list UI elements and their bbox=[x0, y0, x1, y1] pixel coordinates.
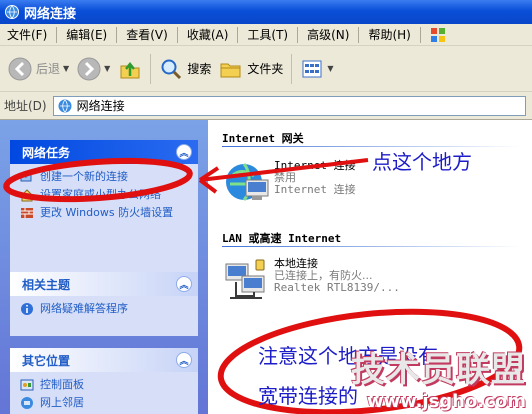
menu-advanced[interactable]: 高级(N) bbox=[300, 26, 356, 43]
related-topics-body: 网络疑难解答程序 bbox=[10, 296, 198, 336]
up-folder-icon bbox=[120, 61, 140, 78]
local-area-connection-icon bbox=[225, 259, 265, 299]
menu-tools[interactable]: 工具(T) bbox=[240, 26, 295, 43]
folders-button[interactable]: 文件夹 bbox=[215, 49, 287, 89]
collapse-icon[interactable]: ︽ bbox=[176, 352, 192, 368]
address-label: 地址(D) bbox=[4, 99, 47, 113]
connection-device: Internet 连接 bbox=[274, 183, 356, 196]
collapse-icon[interactable]: ︽ bbox=[176, 276, 192, 292]
lan-header: LAN 或高速 Internet bbox=[222, 232, 342, 245]
up-folder-button[interactable] bbox=[114, 49, 146, 89]
network-places-icon bbox=[21, 397, 33, 409]
menu-separator bbox=[237, 26, 239, 43]
address-input[interactable]: 网络连接 bbox=[52, 95, 526, 116]
network-connections-icon bbox=[58, 99, 72, 112]
menu-separator bbox=[297, 26, 299, 43]
new-connection-icon bbox=[20, 172, 32, 182]
related-topics-header[interactable]: 相关主题 ︽ bbox=[10, 272, 198, 296]
menu-separator bbox=[358, 26, 360, 43]
collapse-icon[interactable]: ︽ bbox=[176, 144, 192, 160]
watermark-brand: 技术员联盟 bbox=[351, 350, 526, 390]
toolbar-separator bbox=[291, 53, 293, 84]
network-tasks-header[interactable]: 网络任务 ︽ bbox=[10, 140, 198, 164]
place-control-panel[interactable]: 控制面板 bbox=[20, 378, 192, 392]
local-connection-item[interactable]: 本地连接 已连接上，有防火... Realtek RTL8139/... bbox=[222, 258, 400, 304]
task-label: 网上邻居 bbox=[40, 396, 84, 409]
forward-button[interactable]: ▼ bbox=[73, 49, 114, 89]
menu-help[interactable]: 帮助(H) bbox=[361, 26, 417, 43]
task-setup-home-network[interactable]: 设置家庭或小型办公网络 bbox=[20, 188, 192, 202]
watermark: 技术员联盟 www.jsgho.com bbox=[351, 342, 526, 412]
toolbar: 后退 ▼ ▼ 搜索 文件夹 ▼ bbox=[0, 46, 532, 92]
address-bar: 地址(D) 网络连接 bbox=[0, 92, 532, 120]
info-icon bbox=[21, 303, 33, 315]
task-network-troubleshooter[interactable]: 网络疑难解答程序 bbox=[20, 302, 192, 316]
internet-gateway-icon bbox=[226, 163, 269, 201]
menu-separator bbox=[176, 26, 178, 43]
internet-connection-item[interactable]: Internet 连接 禁用 Internet 连接 bbox=[222, 160, 356, 206]
toolbar-separator bbox=[150, 53, 152, 84]
group-divider bbox=[222, 246, 522, 247]
other-places-panel: 其它位置 ︽ 控制面板 网上邻居 bbox=[10, 348, 198, 414]
back-arrow-icon bbox=[8, 57, 32, 80]
task-label: 网络疑难解答程序 bbox=[40, 302, 128, 315]
local-connection-text: 本地连接 已连接上，有防火... Realtek RTL8139/... bbox=[274, 258, 400, 294]
search-label: 搜索 bbox=[187, 62, 212, 76]
forward-dropdown-icon[interactable]: ▼ bbox=[104, 64, 110, 73]
task-pane: 网络任务 ︽ 创建一个新的连接 设置家庭或小型办公网络 更改 Windows 防… bbox=[0, 120, 208, 414]
views-button[interactable]: ▼ bbox=[296, 49, 337, 89]
menu-edit[interactable]: 编辑(E) bbox=[59, 26, 114, 43]
menu-separator bbox=[419, 26, 421, 43]
folders-label: 文件夹 bbox=[247, 62, 284, 76]
other-places-header[interactable]: 其它位置 ︽ bbox=[10, 348, 198, 372]
address-value: 网络连接 bbox=[76, 99, 125, 113]
network-tasks-body: 创建一个新的连接 设置家庭或小型办公网络 更改 Windows 防火墙设置 bbox=[10, 164, 198, 276]
back-button[interactable]: 后退 ▼ bbox=[4, 49, 73, 89]
related-topics-panel: 相关主题 ︽ 网络疑难解答程序 bbox=[10, 272, 198, 336]
task-label: 设置家庭或小型办公网络 bbox=[40, 188, 161, 201]
place-network-neighborhood[interactable]: 网上邻居 bbox=[20, 396, 192, 410]
control-panel-icon bbox=[20, 379, 34, 391]
back-label: 后退 bbox=[36, 62, 61, 76]
internet-gateway-header: Internet 网关 bbox=[222, 132, 304, 145]
title-bar[interactable]: 网络连接 bbox=[0, 0, 532, 24]
menu-separator bbox=[116, 26, 118, 43]
task-label: 控制面板 bbox=[40, 378, 84, 391]
menu-bar: 文件(F) 编辑(E) 查看(V) 收藏(A) 工具(T) 高级(N) 帮助(H… bbox=[0, 24, 532, 46]
views-icon bbox=[302, 60, 322, 77]
watermark-url: www.jsgho.com bbox=[366, 391, 526, 412]
window-title: 网络连接 bbox=[24, 6, 77, 22]
task-firewall-settings[interactable]: 更改 Windows 防火墙设置 bbox=[20, 206, 192, 220]
task-label: 创建一个新的连接 bbox=[40, 170, 128, 183]
menu-separator bbox=[56, 26, 58, 43]
menu-view[interactable]: 查看(V) bbox=[119, 26, 175, 43]
internet-connection-text: Internet 连接 禁用 Internet 连接 bbox=[274, 160, 356, 196]
windows-flag-icon bbox=[430, 27, 445, 42]
back-dropdown-icon[interactable]: ▼ bbox=[63, 64, 69, 73]
search-icon bbox=[161, 59, 182, 79]
forward-arrow-icon bbox=[77, 57, 101, 80]
related-topics-title: 相关主题 bbox=[22, 277, 71, 292]
menu-file[interactable]: 文件(F) bbox=[0, 26, 54, 43]
folders-icon bbox=[220, 63, 241, 77]
other-places-body: 控制面板 网上邻居 bbox=[10, 372, 198, 414]
network-connections-icon bbox=[5, 5, 19, 19]
annotation-click-here: 点这个地方 bbox=[372, 150, 472, 174]
task-label: 更改 Windows 防火墙设置 bbox=[40, 206, 174, 219]
views-dropdown-icon[interactable]: ▼ bbox=[327, 64, 333, 73]
menu-favorites[interactable]: 收藏(A) bbox=[180, 26, 236, 43]
firewall-icon bbox=[21, 208, 33, 218]
search-button[interactable]: 搜索 bbox=[155, 49, 215, 89]
other-places-title: 其它位置 bbox=[22, 353, 71, 368]
network-tasks-title: 网络任务 bbox=[22, 145, 71, 160]
annotation-note-line2: 宽带连接的 bbox=[258, 384, 358, 408]
home-network-icon bbox=[21, 189, 33, 202]
network-tasks-panel: 网络任务 ︽ 创建一个新的连接 设置家庭或小型办公网络 更改 Windows 防… bbox=[10, 140, 198, 276]
connection-device: Realtek RTL8139/... bbox=[274, 281, 400, 294]
task-create-connection[interactable]: 创建一个新的连接 bbox=[20, 170, 192, 184]
